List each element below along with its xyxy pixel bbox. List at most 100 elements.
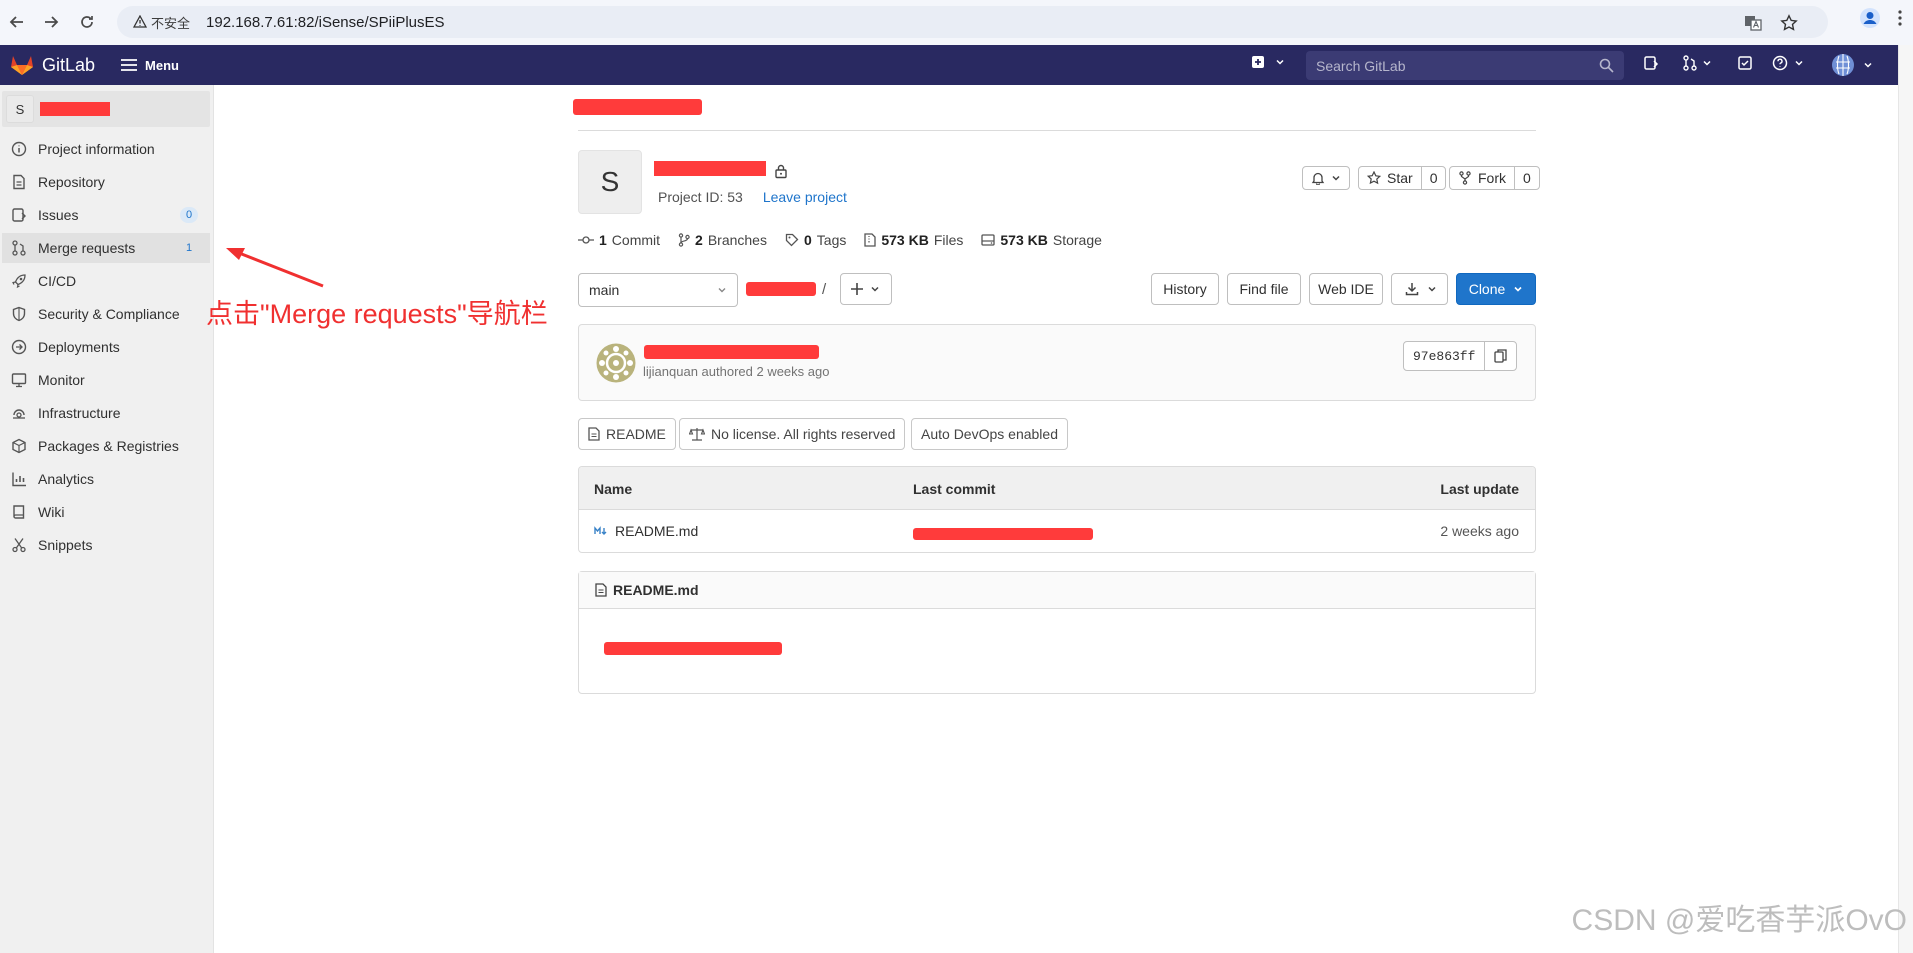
find-file-button[interactable]: Find file	[1227, 273, 1301, 305]
auto-devops-label: Auto DevOps enabled	[921, 426, 1058, 442]
tags-stat[interactable]: 0 Tags	[785, 232, 846, 248]
branches-count: 2	[695, 232, 703, 248]
sidebar-item-deployments[interactable]: Deployments	[2, 332, 210, 362]
disk-icon	[981, 234, 996, 246]
help-button[interactable]	[1772, 55, 1804, 71]
url-text: 192.168.7.61:82/iSense/SPiiPlusES	[206, 13, 445, 31]
sidebar-item-repository[interactable]: Repository	[2, 167, 210, 197]
sidebar-item-project-information[interactable]: Project information	[2, 134, 210, 164]
commits-stat[interactable]: 1 Commit	[578, 232, 660, 248]
more-vert-icon[interactable]	[1897, 9, 1903, 27]
fork-button[interactable]: Fork 0	[1449, 166, 1540, 190]
readme-title[interactable]: README.md	[613, 582, 699, 598]
forward-button[interactable]	[36, 7, 66, 37]
security-chip[interactable]: 不安全	[125, 13, 198, 32]
bell-icon	[1311, 172, 1325, 185]
commit-title-redaction	[644, 345, 819, 359]
scrollbar[interactable]	[1898, 45, 1913, 953]
column-header-last-commit: Last commit	[913, 481, 996, 497]
todo-issues-button[interactable]	[1643, 55, 1659, 71]
files-label: Files	[933, 232, 964, 248]
history-button[interactable]: History	[1151, 273, 1219, 305]
branches-stat[interactable]: 2 Branches	[678, 232, 767, 248]
clone-dropdown[interactable]: Clone	[1456, 273, 1536, 305]
sidebar-item-issues[interactable]: Issues 0	[2, 200, 210, 230]
commit-author-line: lijianquan authored 2 weeks ago	[643, 364, 830, 379]
search-input[interactable]: Search GitLab	[1306, 51, 1624, 80]
commit-sha[interactable]: 97e863ff	[1404, 349, 1484, 364]
translate-icon[interactable]	[1744, 14, 1762, 32]
deploy-icon	[11, 339, 27, 355]
infra-icon	[13, 409, 25, 419]
reload-button[interactable]	[72, 7, 102, 37]
gitlab-header: GitLab Menu Search GitLab	[0, 45, 1898, 85]
auto-devops-badge-button[interactable]: Auto DevOps enabled	[911, 418, 1068, 450]
todos-button[interactable]	[1737, 55, 1753, 71]
sidebar-item-label: Monitor	[38, 372, 85, 388]
download-dropdown[interactable]	[1391, 273, 1448, 305]
star-bookmark-icon[interactable]	[1780, 14, 1798, 32]
user-avatar-icon	[1832, 54, 1854, 76]
commits-label: Commit	[611, 232, 661, 248]
breadcrumb-divider	[578, 130, 1536, 131]
address-bar[interactable]: 不安全 192.168.7.61:82/iSense/SPiiPlusES	[117, 6, 1828, 38]
monitor-icon	[11, 373, 27, 388]
tag-icon	[785, 233, 799, 247]
sidebar-item-label: Infrastructure	[38, 405, 121, 421]
sidebar-item-wiki[interactable]: Wiki	[2, 497, 210, 527]
markdown-icon	[594, 526, 607, 535]
sidebar-item-analytics[interactable]: Analytics	[2, 464, 210, 494]
chevron-down-icon	[1428, 286, 1436, 292]
profile-icon[interactable]	[1859, 7, 1881, 29]
gitlab-logo[interactable]: GitLab	[10, 54, 95, 76]
notification-dropdown[interactable]	[1302, 166, 1350, 190]
sidebar-item-security-compliance[interactable]: Security & Compliance	[2, 299, 210, 329]
star-count[interactable]: 0	[1420, 167, 1446, 189]
doc-icon	[13, 174, 25, 190]
sidebar-item-label: Repository	[38, 174, 105, 190]
file-last-update: 2 weeks ago	[1440, 523, 1519, 539]
add-to-tree-dropdown[interactable]	[840, 273, 892, 305]
license-badge-button[interactable]: No license. All rights reserved	[679, 418, 906, 450]
sidebar-item-infrastructure[interactable]: Infrastructure	[2, 398, 210, 428]
back-button[interactable]	[2, 7, 32, 37]
file-name-link[interactable]: README.md	[615, 523, 698, 539]
star-button[interactable]: Star 0	[1358, 166, 1447, 190]
fork-count[interactable]: 0	[1514, 167, 1539, 189]
sidebar-project-header[interactable]: S	[2, 91, 210, 127]
sidebar-item-packages-registries[interactable]: Packages & Registries	[2, 431, 210, 461]
branch-selector[interactable]: main	[578, 273, 738, 307]
leave-project-link[interactable]: Leave project	[763, 189, 847, 205]
fork-label: Fork	[1478, 170, 1506, 186]
browser-toolbar: 不安全 192.168.7.61:82/iSense/SPiiPlusES	[0, 0, 1913, 45]
sidebar-item-monitor[interactable]: Monitor	[2, 365, 210, 395]
project-id: Project ID: 53	[658, 189, 743, 205]
sidebar-item-snippets[interactable]: Snippets	[2, 530, 210, 560]
sidebar: S Project information Repository Issues …	[0, 85, 214, 953]
new-dropdown[interactable]	[1251, 55, 1285, 69]
files-stat[interactable]: 573 KB Files	[864, 232, 963, 248]
lock-icon	[775, 164, 787, 179]
path-redaction	[746, 282, 816, 296]
checkbox-icon	[1738, 56, 1752, 70]
sidebar-item-cicd[interactable]: CI/CD	[2, 266, 210, 296]
storage-stat[interactable]: 573 KB Storage	[981, 232, 1102, 248]
readme-badge-button[interactable]: README	[578, 418, 676, 450]
rocket-icon	[12, 274, 26, 289]
sidebar-item-merge-requests[interactable]: Merge requests 1	[2, 233, 210, 263]
copy-sha-button[interactable]	[1484, 342, 1516, 370]
project-stats: 1 Commit 2 Branches 0 Tags 573 KB Files …	[578, 232, 1102, 248]
search-icon	[1599, 58, 1614, 73]
header-merge-requests-button[interactable]	[1682, 55, 1712, 71]
web-ide-button[interactable]: Web IDE	[1309, 273, 1383, 305]
menu-button[interactable]: Menu	[121, 58, 179, 73]
user-menu-button[interactable]	[1831, 53, 1873, 77]
last-commit-card: lijianquan authored 2 weeks ago 97e863ff	[578, 324, 1536, 401]
issues-icon	[1644, 56, 1659, 70]
book-icon	[13, 505, 25, 519]
menu-label: Menu	[145, 57, 179, 73]
author-avatar[interactable]	[596, 343, 636, 383]
hamburger-icon	[121, 59, 138, 71]
package-icon	[12, 438, 26, 454]
column-header-last-update: Last update	[1440, 481, 1519, 497]
